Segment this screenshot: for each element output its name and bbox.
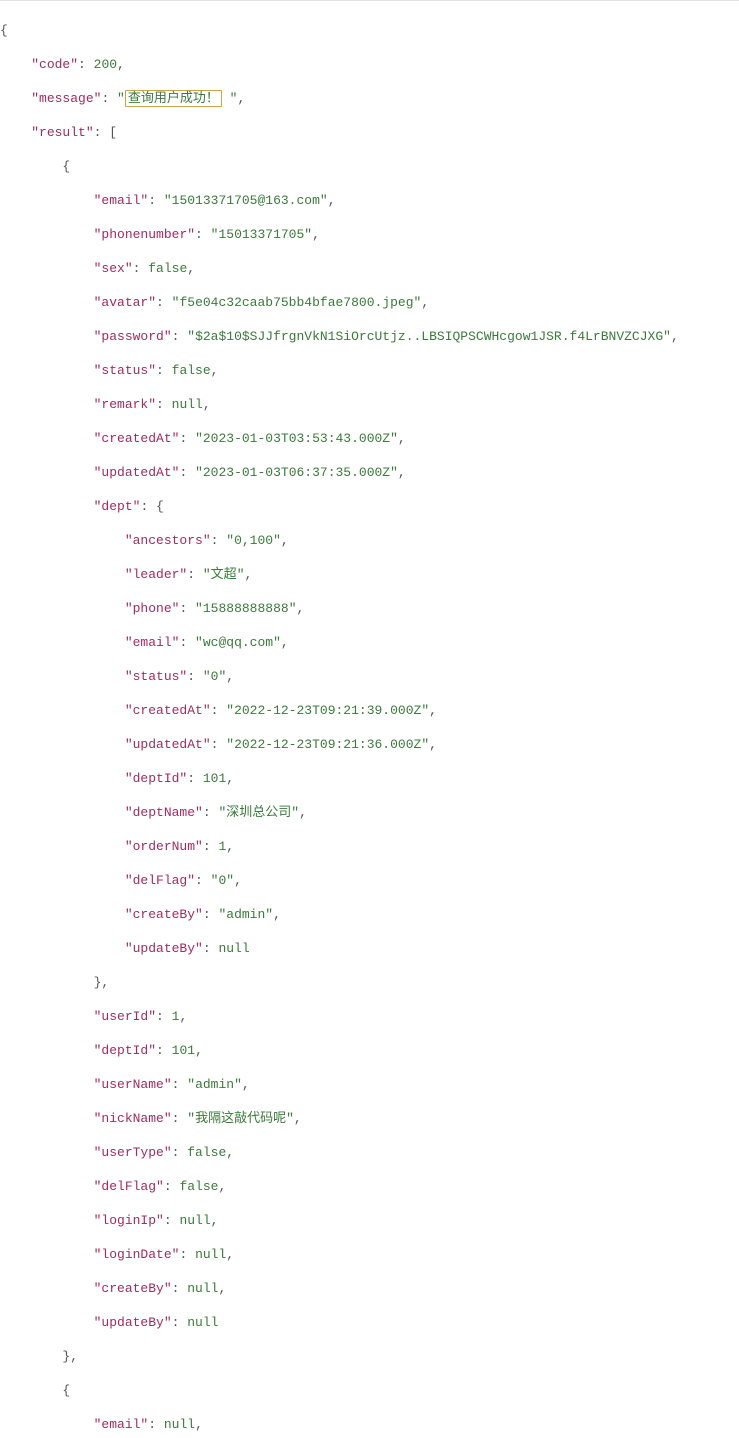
- value-dept-createdAt: 2022-12-23T09:21:39.000Z: [234, 703, 421, 718]
- value-phonenumber: 15013371705: [218, 227, 304, 242]
- value-dept-delFlag: 0: [218, 873, 226, 888]
- value-userId: 1: [172, 1009, 180, 1024]
- value-dept-deptName: 深圳总公司: [226, 805, 291, 820]
- value-password: $2a$10$SJJfrgnVkN1SiOrcUtjz..LBSIQPSCWHc…: [195, 329, 663, 344]
- json-response-body: { "code": 200, "message": "查询用户成功！ ", "r…: [0, 0, 739, 1438]
- value-message: 查询用户成功！: [125, 90, 222, 107]
- value-dept-leader: 文超: [211, 567, 237, 582]
- value-deptId: 101: [172, 1043, 195, 1058]
- value-dept-deptId: 101: [203, 771, 226, 786]
- value-dept-ancestors: 0,100: [234, 533, 273, 548]
- value-dept-createBy: admin: [226, 907, 265, 922]
- value-email: 15013371705@163.com: [172, 193, 320, 208]
- value-avatar: f5e04c32caab75bb4bfae7800.jpeg: [179, 295, 413, 310]
- value-dept-phone: 15888888888: [203, 601, 289, 616]
- value-dept-updatedAt: 2022-12-23T09:21:36.000Z: [234, 737, 421, 752]
- value-dept-orderNum: 1: [218, 839, 226, 854]
- value-createdAt: 2023-01-03T03:53:43.000Z: [203, 431, 390, 446]
- value-code: 200: [94, 57, 117, 72]
- value-nickName: 我隔这敲代码呢: [195, 1111, 286, 1126]
- value-updatedAt: 2023-01-03T06:37:35.000Z: [203, 465, 390, 480]
- value-dept-email: wc@qq.com: [203, 635, 273, 650]
- value-dept-status: 0: [211, 669, 219, 684]
- value-userName: admin: [195, 1077, 234, 1092]
